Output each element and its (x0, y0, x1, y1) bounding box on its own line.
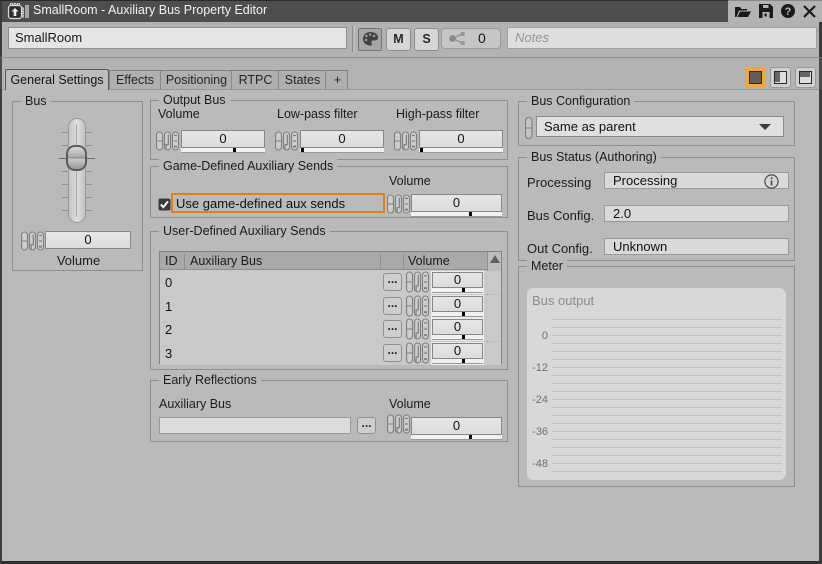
svg-text:?: ? (785, 6, 792, 18)
